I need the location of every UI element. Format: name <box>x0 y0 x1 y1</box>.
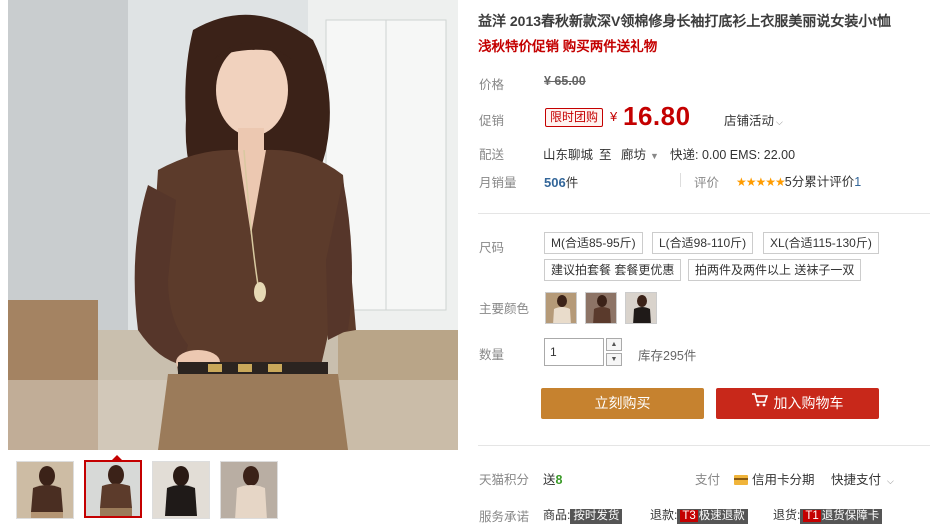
thumbnail-1[interactable] <box>16 461 74 519</box>
add-to-cart-button[interactable]: 加入购物车 <box>716 388 879 419</box>
destination-value: 廊坊 <box>621 148 647 162</box>
divider <box>680 173 681 187</box>
price-label: 价格 <box>479 78 505 92</box>
product-subtitle: 浅秋特价促销 购买两件送礼物 <box>478 39 658 54</box>
quick-pay-dropdown[interactable]: 快捷支付 ⌵ <box>831 469 894 488</box>
product-photo-illustration <box>8 0 458 450</box>
quantity-label: 数量 <box>479 348 505 362</box>
service-item-ontime: 商品: 按时发货 <box>543 506 623 524</box>
add-to-cart-label: 加入购物车 <box>773 395 844 411</box>
service-tag: T3 极速退款 <box>677 509 748 524</box>
thumbnail-4[interactable] <box>220 461 278 519</box>
chevron-down-icon: ⌵ <box>887 476 894 486</box>
service-item-return: 退货: T1 退货保障卡 <box>773 506 883 524</box>
color-label: 主要颜色 <box>479 302 530 316</box>
product-title: 益洋 2013春秋新款深V领棉修身长袖打底衫上衣服美丽说女装小t恤 <box>478 13 892 29</box>
reviews-text: 累计评价 <box>804 175 855 189</box>
flash-sale-badge: 限时团购 <box>545 108 604 127</box>
chevron-down-icon: ⌵ <box>776 117 783 127</box>
promo-label: 促销 <box>479 114 505 128</box>
service-tag: 按时发货 <box>570 509 623 524</box>
destination-select[interactable]: 廊坊 ▼ <box>621 144 659 163</box>
shipping-fees: 快递: 0.00 EMS: 22.00 <box>670 148 796 162</box>
rating-score: 5分 <box>784 175 805 189</box>
promo-price: 16.80 <box>623 101 691 131</box>
cart-icon <box>751 387 768 418</box>
size-option-m[interactable]: M(合适85-95斤) <box>544 232 643 254</box>
original-price: ¥ 65.00 <box>544 74 586 88</box>
size-option-bundle[interactable]: 建议拍套餐 套餐更优惠 <box>544 259 682 281</box>
thumbnail-2[interactable] <box>84 460 142 518</box>
size-option-xl[interactable]: XL(合适115-130斤) <box>763 232 879 254</box>
rating-summary[interactable]: ★★★★★5分累计评价1 <box>736 171 861 190</box>
points-label: 天猫积分 <box>479 473 530 487</box>
color-swatch-3[interactable] <box>625 292 657 324</box>
ship-from: 山东聊城 <box>543 148 594 162</box>
shipping-label: 配送 <box>479 148 505 162</box>
quantity-increase-icon[interactable]: ▲ <box>606 338 622 351</box>
reviews-count: 1 <box>854 175 862 189</box>
thumbnail-strip <box>8 455 458 525</box>
payment-label: 支付 <box>695 473 721 487</box>
points-value: 送8 <box>543 473 563 487</box>
buy-now-button[interactable]: 立刻购买 <box>541 388 704 419</box>
size-option-l[interactable]: L(合适98-110斤) <box>652 232 754 254</box>
size-option-gift[interactable]: 拍两件及两件以上 送袜子一双 <box>688 259 862 281</box>
star-icon: ★★★★★ <box>736 175 786 189</box>
service-label: 服务承诺 <box>479 510 530 524</box>
quick-pay-label: 快捷支付 <box>831 473 882 487</box>
rating-label: 评价 <box>694 176 720 190</box>
price-meta-box: 价格 ¥ 65.00 促销 限时团购 ¥ 16.80 店铺活动 ⌵ 配送 山东聊城… <box>478 62 930 202</box>
store-activity-label: 店铺活动 <box>724 114 775 128</box>
color-swatch-2[interactable] <box>585 292 617 324</box>
section-divider <box>478 213 930 214</box>
monthly-sales-value: 506件 <box>544 175 579 190</box>
stock-count: 库存295件 <box>638 349 697 363</box>
section-divider-2 <box>478 445 930 446</box>
service-item-refund: 退款: T3 极速退款 <box>650 506 748 524</box>
main-product-image[interactable] <box>8 0 458 450</box>
quantity-decrease-icon[interactable]: ▼ <box>606 353 622 366</box>
credit-installment-link[interactable]: 信用卡分期 <box>734 469 815 488</box>
service-tag: T1 退货保障卡 <box>800 509 883 524</box>
credit-installment-label: 信用卡分期 <box>752 473 815 487</box>
caret-down-icon: ▼ <box>650 151 659 161</box>
store-activity-dropdown[interactable]: 店铺活动 ⌵ <box>724 110 783 129</box>
size-label: 尺码 <box>479 241 505 255</box>
color-swatch-1[interactable] <box>545 292 577 324</box>
monthly-sales-label: 月销量 <box>479 176 517 190</box>
currency-symbol: ¥ <box>610 109 618 124</box>
quantity-input[interactable] <box>544 338 604 366</box>
credit-card-icon <box>734 474 748 485</box>
ship-to-word: 至 <box>599 148 612 162</box>
thumbnail-3[interactable] <box>152 461 210 519</box>
